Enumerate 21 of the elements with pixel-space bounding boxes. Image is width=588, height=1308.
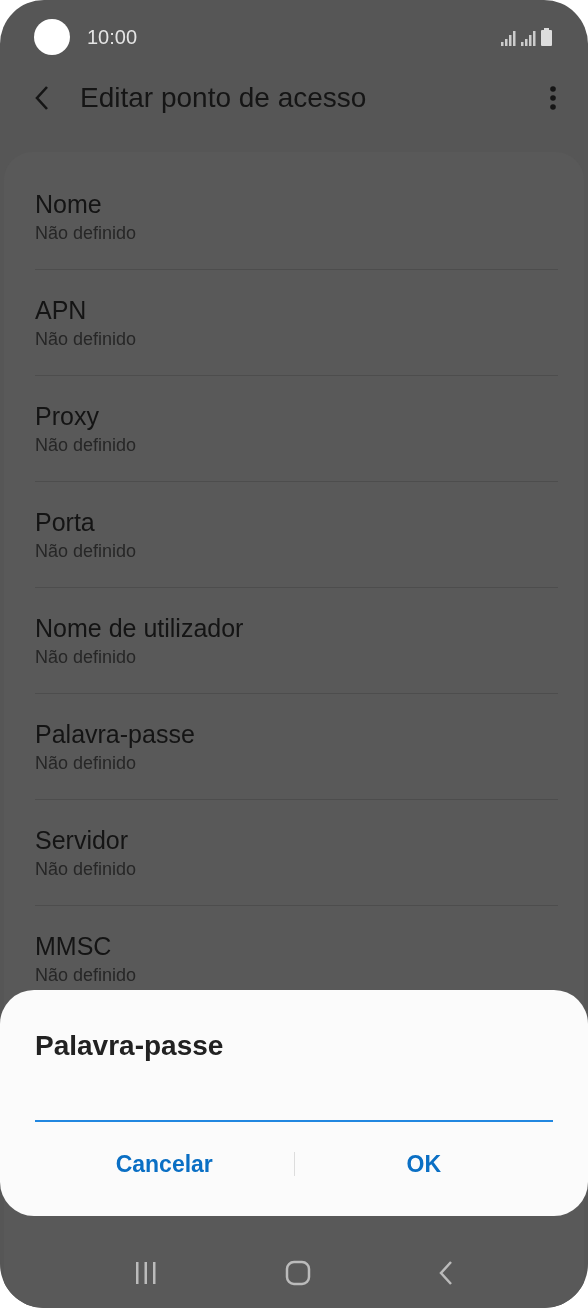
signal-icon xyxy=(501,30,517,46)
battery-icon xyxy=(541,28,552,46)
dialog-title: Palavra-passe xyxy=(35,1030,224,1062)
setting-label[interactable]: Porta xyxy=(35,507,95,537)
camera-cutout xyxy=(34,19,70,55)
setting-label[interactable]: Servidor xyxy=(35,825,129,855)
setting-label[interactable]: Proxy xyxy=(35,401,99,431)
status-time: 10:00 xyxy=(87,25,138,49)
page-title: Editar ponto de acesso xyxy=(80,82,367,114)
home-icon[interactable] xyxy=(285,1260,311,1286)
setting-label[interactable]: MMSC xyxy=(35,931,112,961)
more-options-icon[interactable] xyxy=(548,85,558,111)
setting-label[interactable]: Nome de utilizador xyxy=(35,613,244,643)
setting-label[interactable]: APN xyxy=(35,295,87,325)
setting-label[interactable]: Palavra-passe xyxy=(35,719,195,749)
recent-apps-icon[interactable] xyxy=(133,1261,158,1285)
dialog-button[interactable]: OK xyxy=(294,1134,553,1194)
signal-icon xyxy=(521,30,537,46)
setting-label[interactable]: Nome xyxy=(35,189,102,219)
dialog-button[interactable]: Cancelar xyxy=(35,1134,294,1194)
back-icon[interactable] xyxy=(438,1261,455,1285)
